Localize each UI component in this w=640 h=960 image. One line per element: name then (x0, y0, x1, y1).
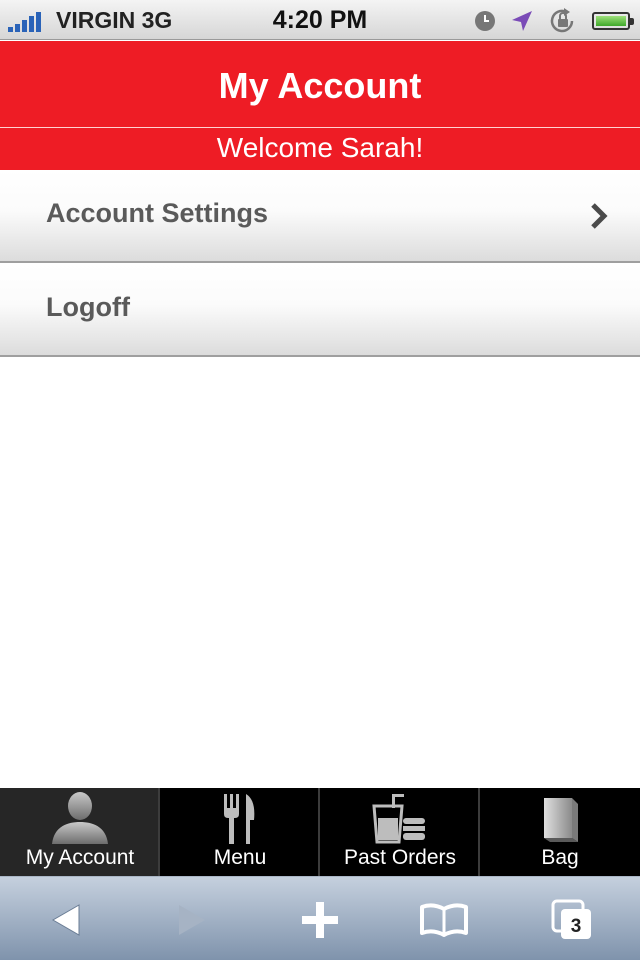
status-icons (474, 7, 634, 35)
tab-count: 3 (571, 916, 582, 937)
tab-label: Bag (541, 846, 579, 869)
back-button[interactable] (38, 899, 94, 941)
add-bookmark-button[interactable] (292, 899, 348, 941)
logoff-row[interactable]: Logoff (0, 264, 640, 357)
forward-button[interactable] (164, 899, 220, 941)
tab-label: My Account (25, 846, 135, 869)
clock-icon (475, 11, 495, 31)
rotation-lock-icon (550, 8, 574, 33)
location-arrow-icon (512, 11, 532, 31)
forward-arrow-icon (179, 905, 205, 935)
tabs-icon: 3 (551, 899, 591, 939)
tab-bar: My Account Menu Past Orders Bag (0, 788, 640, 876)
tab-my-account[interactable]: My Account (0, 788, 160, 876)
chevron-right-icon (591, 203, 608, 229)
battery-icon (592, 12, 634, 30)
shopping-bag-icon (544, 798, 578, 842)
add-icon (302, 902, 338, 938)
bookmarks-icon (420, 903, 468, 937)
fork-knife-icon (224, 794, 255, 844)
tab-past-orders[interactable]: Past Orders (320, 788, 480, 876)
person-icon (52, 792, 108, 844)
tabs-button[interactable]: 3 (544, 899, 600, 941)
status-bar: VIRGIN 3G 4:20 PM (0, 0, 640, 40)
account-settings-label: Account Settings (46, 198, 269, 228)
page-title: My Account (218, 65, 422, 106)
logoff-label: Logoff (46, 292, 130, 322)
drink-burger-icon (372, 794, 425, 844)
account-settings-row[interactable]: Account Settings (0, 170, 640, 263)
header-divider (0, 127, 640, 128)
tab-bag[interactable]: Bag (480, 788, 640, 876)
back-arrow-icon (51, 904, 80, 936)
tab-label: Past Orders (343, 846, 457, 869)
welcome-message: Welcome Sarah! (216, 132, 424, 163)
browser-toolbar: 3 (0, 876, 640, 960)
tab-label: Menu (213, 846, 267, 869)
page-header: My Account Welcome Sarah! (0, 41, 640, 170)
bookmarks-button[interactable] (416, 899, 472, 941)
tab-menu[interactable]: Menu (160, 788, 320, 876)
